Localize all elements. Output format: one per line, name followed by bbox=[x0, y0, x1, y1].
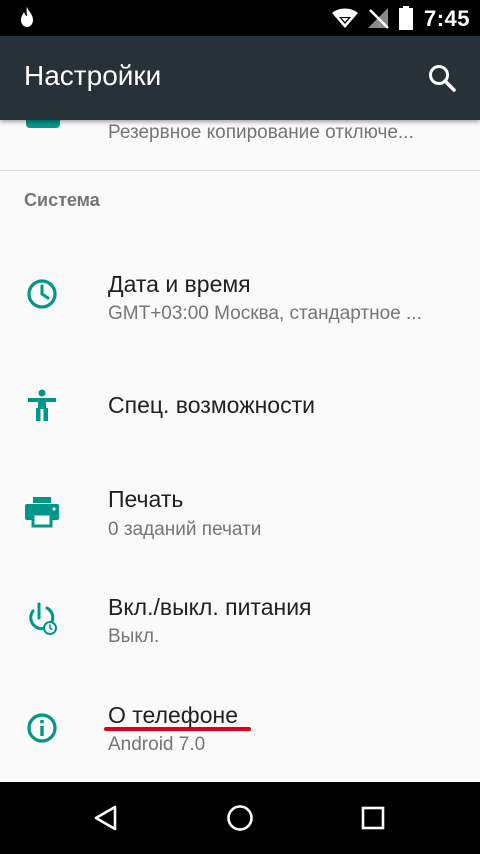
accessibility-icon bbox=[28, 389, 56, 421]
item-title: О телефоне bbox=[108, 702, 239, 728]
settings-list[interactable]: Резервное копирование отключе... Система… bbox=[0, 120, 480, 782]
section-header-system: Система bbox=[24, 190, 100, 210]
item-summary: Выкл. bbox=[108, 626, 160, 647]
back-icon[interactable] bbox=[88, 800, 124, 836]
list-item-accessibility[interactable]: Спец. возможности bbox=[0, 352, 480, 460]
list-item-backup[interactable]: Резервное копирование отключе... bbox=[0, 120, 480, 170]
item-title: Дата и время bbox=[108, 271, 251, 297]
no-signal-icon bbox=[368, 8, 389, 29]
highlight-underline bbox=[104, 727, 251, 731]
status-time: 7:45 bbox=[424, 6, 471, 31]
backup-icon bbox=[26, 120, 60, 128]
flame-notification-icon bbox=[21, 7, 33, 27]
status-bar: 7:45 bbox=[0, 0, 480, 36]
list-item-power-schedule[interactable]: Вкл./выкл. питания Выкл. bbox=[0, 568, 480, 676]
navigation-bar bbox=[0, 782, 480, 854]
recents-icon[interactable] bbox=[355, 800, 391, 836]
item-summary: Android 7.0 bbox=[108, 734, 206, 755]
info-icon bbox=[27, 713, 57, 743]
page-title: Настройки bbox=[24, 60, 162, 91]
search-icon[interactable] bbox=[424, 60, 460, 96]
item-summary: 0 заданий печати bbox=[108, 519, 262, 540]
item-title: Спец. возможности bbox=[108, 392, 315, 418]
home-icon[interactable] bbox=[222, 800, 258, 836]
backup-summary: Резервное копирование отключе... bbox=[108, 122, 414, 143]
list-item-date-time[interactable]: Дата и время GMT+03:00 Москва, стандартн… bbox=[0, 240, 480, 348]
print-icon bbox=[25, 497, 59, 528]
wifi-icon bbox=[332, 8, 358, 28]
item-title: Печать bbox=[108, 486, 184, 512]
section-divider bbox=[0, 170, 480, 171]
list-item-print[interactable]: Печать 0 заданий печати bbox=[0, 460, 480, 568]
clock-icon bbox=[27, 279, 57, 309]
item-title: Вкл./выкл. питания bbox=[108, 594, 312, 620]
item-summary: GMT+03:00 Москва, стандартное ... bbox=[108, 303, 422, 324]
power-schedule-icon bbox=[29, 602, 57, 635]
app-toolbar: Настройки bbox=[0, 36, 480, 120]
battery-icon bbox=[399, 6, 413, 30]
